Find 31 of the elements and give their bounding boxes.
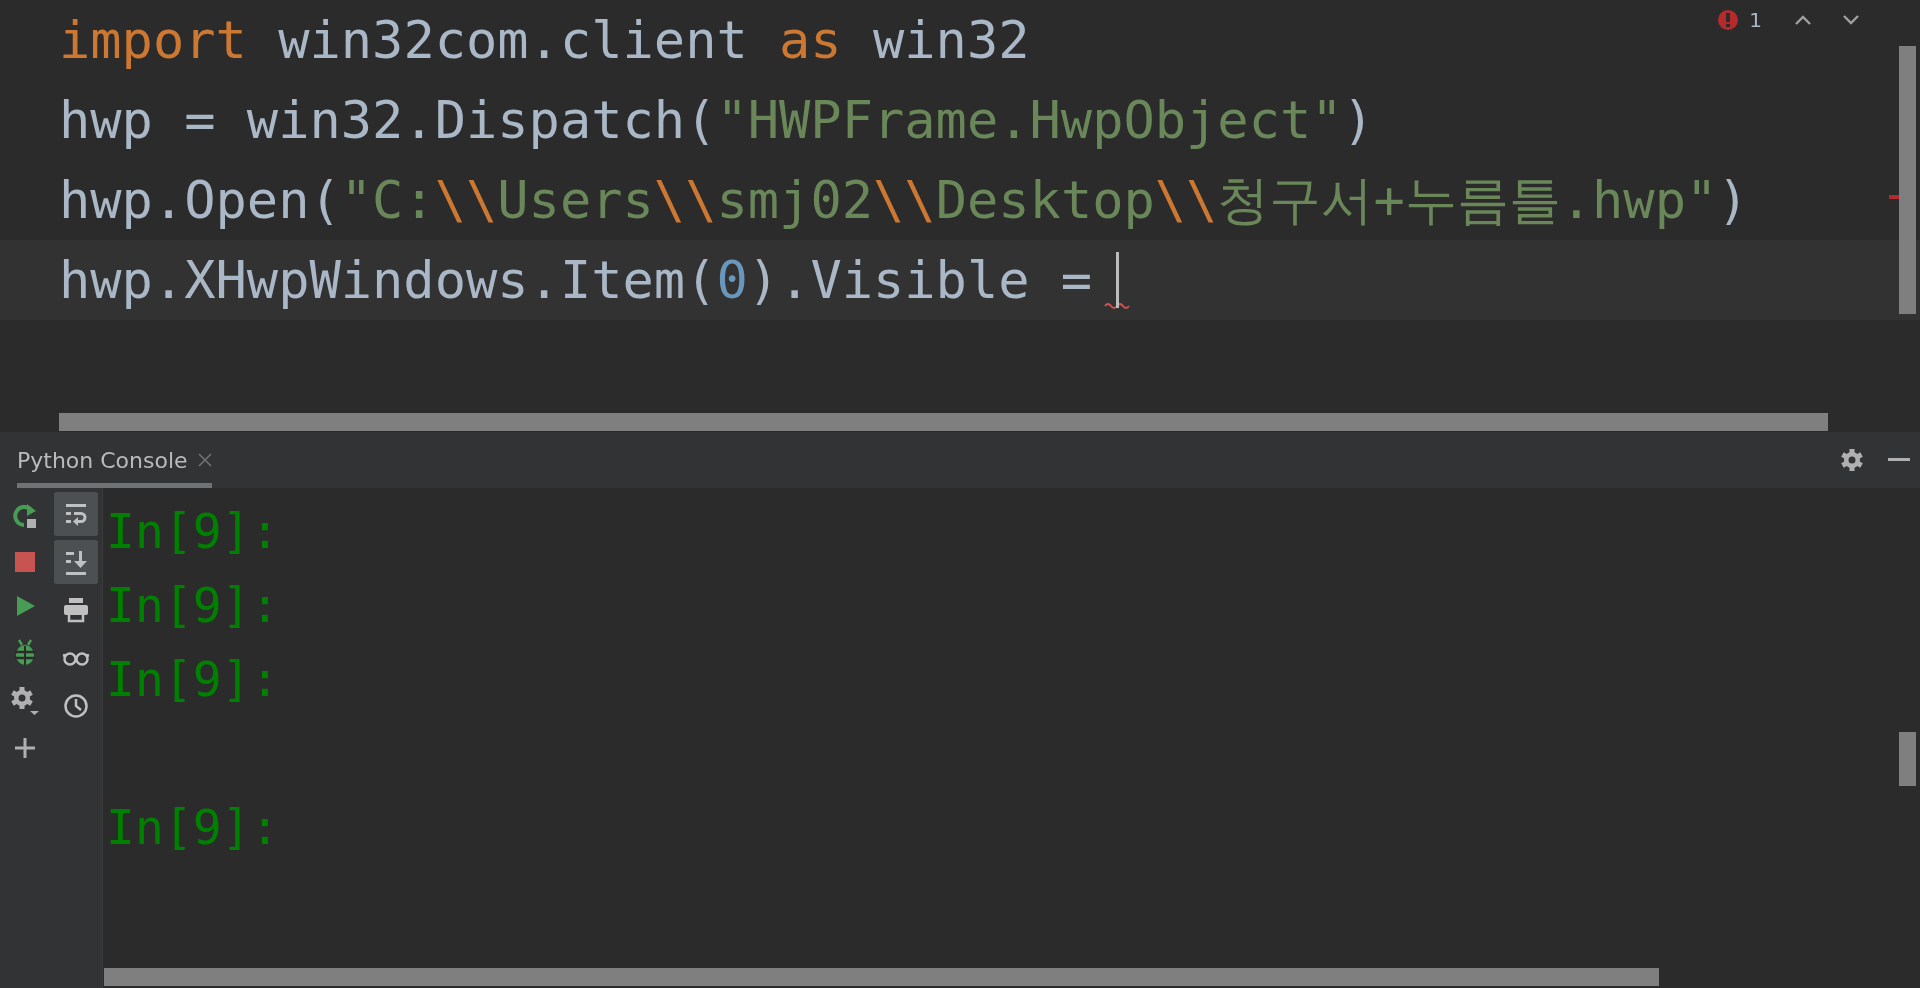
clock-icon xyxy=(62,692,90,720)
horizontal-scrollbar[interactable] xyxy=(59,413,1828,431)
error-stripe xyxy=(1889,195,1899,199)
code-line: hwp.XHwpWindows.Item(0).Visible = xyxy=(59,249,1093,312)
vertical-scrollbar[interactable] xyxy=(1899,46,1916,314)
console-prompt: In[9]: xyxy=(106,503,280,559)
error-icon xyxy=(1717,9,1740,31)
error-squiggle xyxy=(1104,302,1131,310)
plus-icon[interactable] xyxy=(13,736,37,760)
vertical-scrollbar[interactable] xyxy=(1899,732,1916,786)
console-prompt: In[9]: xyxy=(106,577,280,633)
debug-icon[interactable] xyxy=(12,638,38,666)
console-prompt: In[9]: xyxy=(106,799,280,855)
text-caret xyxy=(1116,252,1120,308)
rerun-icon[interactable] xyxy=(11,502,39,530)
error-count: 1 xyxy=(1749,8,1762,32)
console-prompt: In[9]: xyxy=(106,651,280,707)
chevron-down-icon[interactable] xyxy=(1842,14,1860,26)
close-icon[interactable] xyxy=(197,453,212,467)
code-line: hwp = win32.Dispatch("HWPFrame.HwpObject") xyxy=(59,89,1374,152)
printer-icon xyxy=(62,596,90,624)
scroll-to-end-button[interactable] xyxy=(54,540,98,584)
chevron-up-icon[interactable] xyxy=(1794,14,1812,26)
minimize-icon[interactable] xyxy=(1888,458,1910,462)
code-line: import win32com.client as win32 xyxy=(59,9,1030,72)
code-line: hwp.Open("C:\\Users\\smj02\\Desktop\\청구서+누름틀.hwp") xyxy=(59,169,1749,232)
stop-icon[interactable] xyxy=(13,550,37,574)
settings-dropdown-icon[interactable] xyxy=(10,686,40,716)
horizontal-scrollbar[interactable] xyxy=(104,968,1659,986)
settings-icon[interactable] xyxy=(1840,448,1864,472)
soft-wrap-button[interactable] xyxy=(54,492,98,536)
